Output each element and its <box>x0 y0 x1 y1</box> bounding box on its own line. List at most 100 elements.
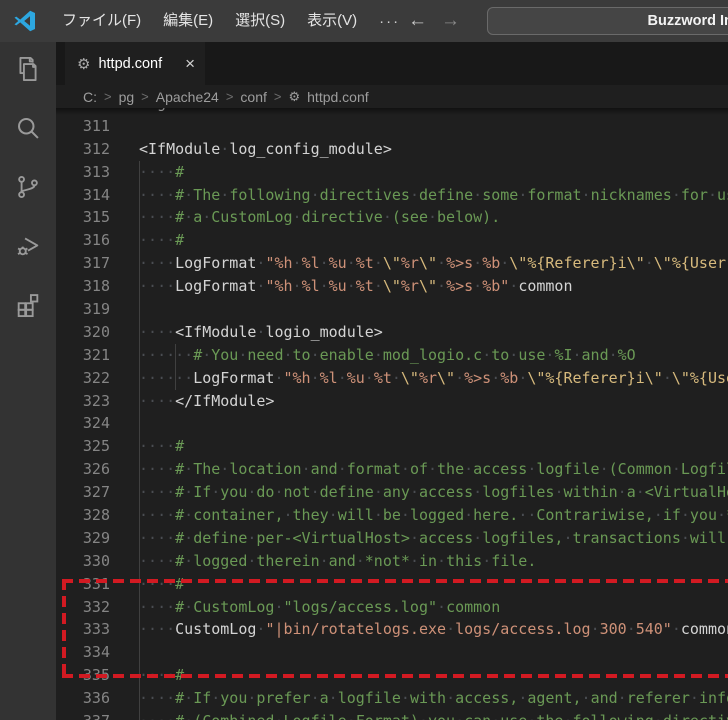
code-line-325[interactable]: 325····# <box>56 435 728 458</box>
indent-guide <box>139 321 140 344</box>
indent-guide <box>139 710 140 720</box>
activity-bar <box>0 42 56 720</box>
source-control-icon[interactable] <box>14 173 42 201</box>
chevron-separator-icon: > <box>274 89 282 104</box>
line-number: 327 <box>56 481 139 504</box>
command-center[interactable]: Buzzword Inc. <box>487 7 728 35</box>
indent-guide <box>139 367 140 390</box>
indent-guide <box>139 481 140 504</box>
indent-guide <box>139 458 140 481</box>
code-line-324[interactable]: 324 <box>56 412 728 435</box>
line-content: ····LogFormat·"%h·%l·%u·%t·\"%r\"·%>s·%b… <box>139 275 728 298</box>
code-line-323[interactable]: 323····</IfModule> <box>56 390 728 413</box>
line-content: ····#·define·per-<VirtualHost>·access·lo… <box>139 527 728 550</box>
line-content: ····#·If·you·do·not·define·any·access·lo… <box>139 481 728 504</box>
line-number: 310 <box>56 108 139 115</box>
code-line-311[interactable]: 311 <box>56 115 728 138</box>
indent-guide <box>139 641 140 664</box>
breadcrumb-segment[interactable]: pg <box>119 89 135 105</box>
line-number: 317 <box>56 252 139 275</box>
code-line-327[interactable]: 327····#·If·you·do·not·define·any·access… <box>56 481 728 504</box>
code-line-326[interactable]: 326····#·The·location·and·format·of·the·… <box>56 458 728 481</box>
line-content <box>139 641 728 664</box>
code-line-336[interactable]: 336····#·If·you·prefer·a·logfile·with·ac… <box>56 687 728 710</box>
code-line-334[interactable]: 334 <box>56 641 728 664</box>
code-line-313[interactable]: 313····# <box>56 161 728 184</box>
indent-guide <box>139 252 140 275</box>
line-content: ····# <box>139 573 728 596</box>
menu-item-1[interactable]: 編集(E) <box>152 0 224 42</box>
search-icon[interactable] <box>14 114 42 142</box>
code-line-314[interactable]: 314····#·The·following·directives·define… <box>56 184 728 207</box>
code-line-310[interactable]: 310LogLevel·warn <box>56 108 728 115</box>
code-line-316[interactable]: 316····# <box>56 229 728 252</box>
code-line-322[interactable]: 322······LogFormat·"%h·%l·%u·%t·\"%r\"·%… <box>56 367 728 390</box>
indent-guide <box>139 527 140 550</box>
line-number: 322 <box>56 367 139 390</box>
tab-close-icon[interactable]: × <box>185 54 195 74</box>
line-content: ····#·CustomLog·"logs/access.log"·common <box>139 596 728 619</box>
vscode-logo-icon <box>13 9 37 33</box>
menu-item-3[interactable]: 表示(V) <box>296 0 368 42</box>
indent-guide <box>139 298 140 321</box>
code-line-335[interactable]: 335····# <box>56 664 728 687</box>
menu-item-0[interactable]: ファイル(F) <box>51 0 152 42</box>
back-icon[interactable]: ← <box>408 10 427 32</box>
code-line-328[interactable]: 328····#·container,·they·will·be·logged·… <box>56 504 728 527</box>
indent-guide <box>139 664 140 687</box>
line-content: ····#·a·CustomLog·directive·(see·below). <box>139 206 728 229</box>
breadcrumb-segment[interactable]: Apache24 <box>156 89 219 105</box>
line-content: ····#·logged·therein·and·*not*·in·this·f… <box>139 550 728 573</box>
breadcrumb-segment[interactable]: conf <box>240 89 266 105</box>
line-content: ····LogFormat·"%h·%l·%u·%t·\"%r\"·%>s·%b… <box>139 252 728 275</box>
line-content: ····CustomLog·"|bin/rotatelogs.exe·logs/… <box>139 618 728 641</box>
code-line-319[interactable]: 319 <box>56 298 728 321</box>
line-number: 320 <box>56 321 139 344</box>
line-content: ····</IfModule> <box>139 390 728 413</box>
line-content: ····#·If·you·prefer·a·logfile·with·acces… <box>139 687 728 710</box>
code-line-333[interactable]: 333····CustomLog·"|bin/rotatelogs.exe·lo… <box>56 618 728 641</box>
line-number: 312 <box>56 138 139 161</box>
code-line-330[interactable]: 330····#·logged·therein·and·*not*·in·thi… <box>56 550 728 573</box>
line-number: 319 <box>56 298 139 321</box>
breadcrumb: C:>pg>Apache24>conf>⚙httpd.conf <box>56 85 728 108</box>
line-number: 321 <box>56 344 139 367</box>
code-line-315[interactable]: 315····#·a·CustomLog·directive·(see·belo… <box>56 206 728 229</box>
extensions-icon[interactable] <box>14 291 42 319</box>
tab-bar: ⚙ httpd.conf × <box>56 42 728 85</box>
code-line-337[interactable]: 337····#·(Combined·Logfile·Format)·you·c… <box>56 710 728 720</box>
explorer-icon[interactable] <box>14 55 42 83</box>
line-content: ······#·You·need·to·enable·mod_logio.c·t… <box>139 344 728 367</box>
line-number: 318 <box>56 275 139 298</box>
indent-guide <box>139 618 140 641</box>
code-line-320[interactable]: 320····<IfModule·logio_module> <box>56 321 728 344</box>
breadcrumb-segment[interactable]: C: <box>83 89 97 105</box>
run-and-debug-icon[interactable] <box>14 232 42 260</box>
code-line-318[interactable]: 318····LogFormat·"%h·%l·%u·%t·\"%r\"·%>s… <box>56 275 728 298</box>
window-title-text: Buzzword Inc. <box>648 13 728 29</box>
code-line-331[interactable]: 331····# <box>56 573 728 596</box>
breadcrumb-file[interactable]: httpd.conf <box>307 89 369 105</box>
indent-guide <box>175 367 176 390</box>
forward-icon[interactable]: → <box>441 10 460 32</box>
code-line-317[interactable]: 317····LogFormat·"%h·%l·%u·%t·\"%r\"·%>s… <box>56 252 728 275</box>
menu-more-button[interactable]: ··· <box>368 13 411 30</box>
tab-httpd-conf[interactable]: ⚙ httpd.conf × <box>65 42 205 85</box>
line-number: 329 <box>56 527 139 550</box>
code-line-312[interactable]: 312<IfModule·log_config_module> <box>56 138 728 161</box>
line-number: 331 <box>56 573 139 596</box>
menu-item-2[interactable]: 選択(S) <box>224 0 296 42</box>
breadcrumb-file-gear-icon: ⚙ <box>288 89 300 105</box>
line-number: 315 <box>56 206 139 229</box>
line-number: 335 <box>56 664 139 687</box>
code-line-329[interactable]: 329····#·define·per-<VirtualHost>·access… <box>56 527 728 550</box>
line-number: 316 <box>56 229 139 252</box>
indent-guide <box>139 344 140 367</box>
code-editor[interactable]: 310LogLevel·warn311312<IfModule·log_conf… <box>56 108 728 720</box>
line-content: LogLevel·warn <box>139 108 728 115</box>
line-number: 328 <box>56 504 139 527</box>
code-line-332[interactable]: 332····#·CustomLog·"logs/access.log"·com… <box>56 596 728 619</box>
line-content: ····# <box>139 664 728 687</box>
line-content: ······LogFormat·"%h·%l·%u·%t·\"%r\"·%>s·… <box>139 367 728 390</box>
code-line-321[interactable]: 321······#·You·need·to·enable·mod_logio.… <box>56 344 728 367</box>
